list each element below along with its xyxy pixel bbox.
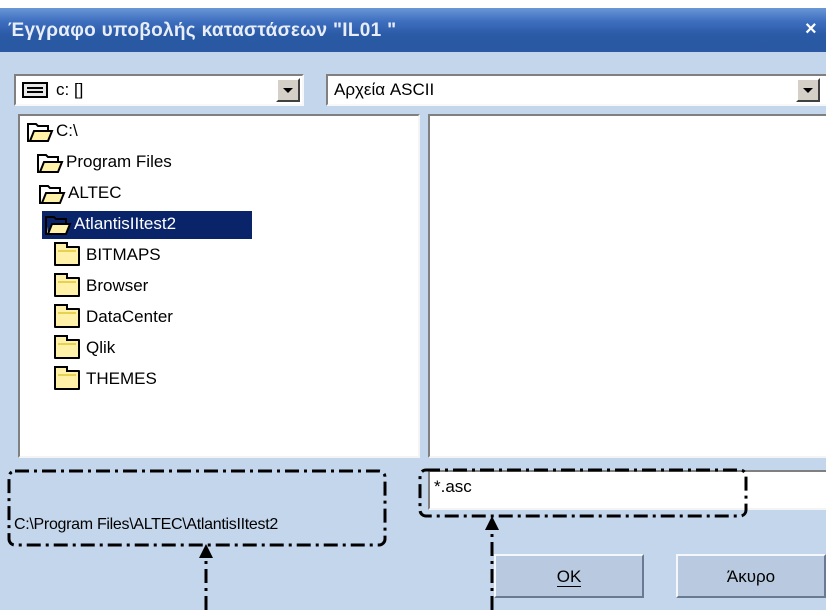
annotation-overlay [7, 468, 748, 610]
path-highlight-box [7, 469, 387, 547]
pattern-arrow-head [485, 516, 499, 530]
pattern-highlight-box [418, 468, 748, 518]
save-report-dialog: Έγγραφο υποβολής καταστάσεων "IL01 " × c… [0, 0, 826, 610]
